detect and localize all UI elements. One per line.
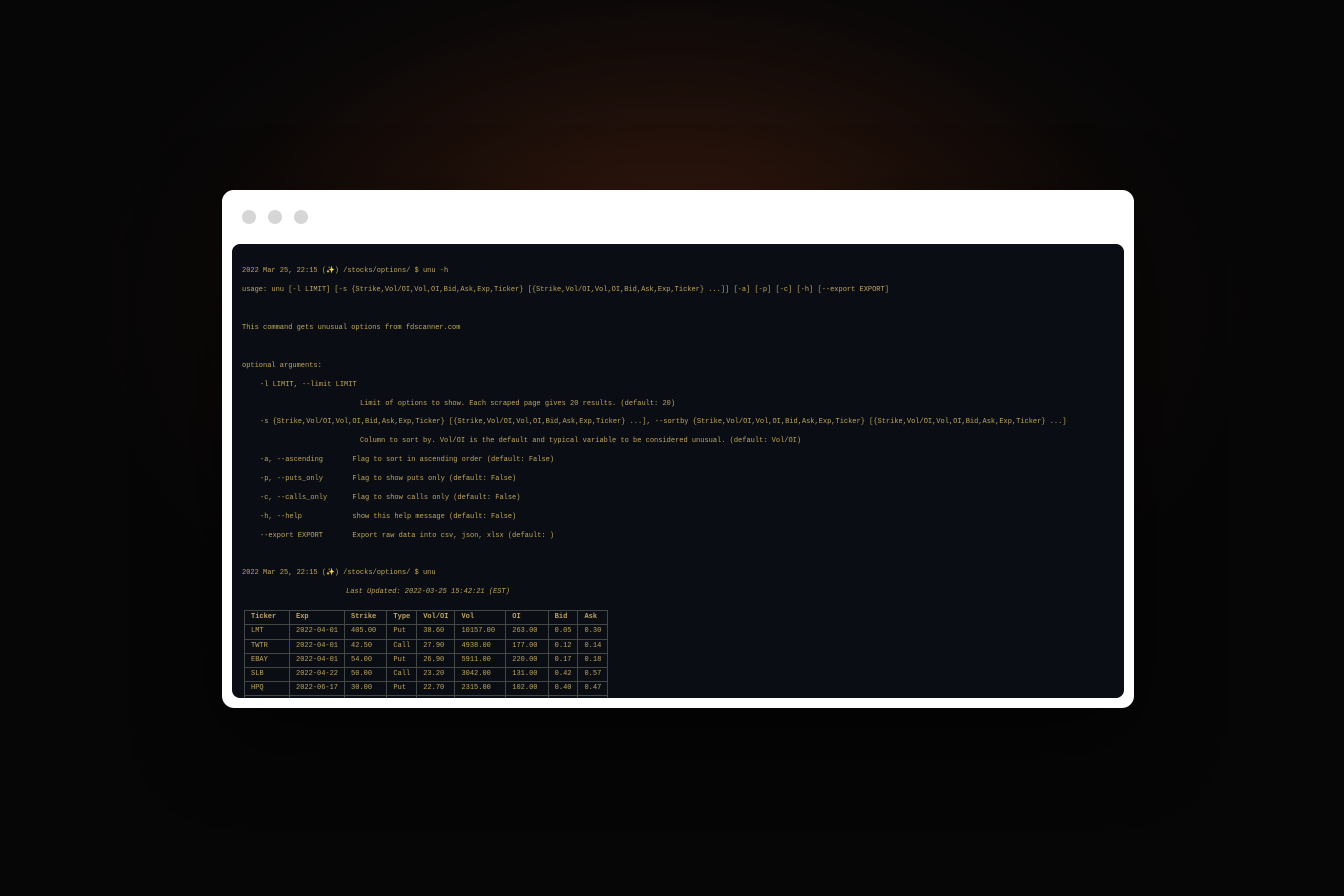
table-cell: 177.00	[506, 639, 548, 653]
table-row: TWTR2022-04-0142.50Call27.904938.00177.0…	[245, 639, 608, 653]
blank-line	[242, 551, 1114, 560]
arg-puts-only: -p, --puts_only Flag to show puts only (…	[242, 475, 1114, 484]
table-row: BMY2022-04-0871.00Put22.502948.00131.000…	[245, 696, 608, 698]
table-cell: 71.00	[345, 696, 387, 698]
table-col-exp: Exp	[290, 611, 345, 625]
table-cell: 30.00	[345, 682, 387, 696]
table-cell: Put	[387, 682, 417, 696]
table-cell: 23.20	[417, 667, 455, 681]
table-cell: 22.50	[417, 696, 455, 698]
close-icon[interactable]	[242, 210, 256, 224]
table-col-ticker: Ticker	[245, 611, 290, 625]
table-cell: 0.14	[578, 639, 608, 653]
arg-export: --export EXPORT Export raw data into csv…	[242, 532, 1114, 541]
minimize-icon[interactable]	[268, 210, 282, 224]
table-cell: 2022-04-01	[290, 639, 345, 653]
table-header: TickerExpStrikeTypeVol/OIVolOIBidAsk	[245, 611, 608, 625]
table-cell: Call	[387, 667, 417, 681]
table-cell: 220.00	[506, 653, 548, 667]
table-cell: 4938.00	[455, 639, 506, 653]
terminal-viewport[interactable]: 2022 Mar 25, 22:15 (✨) /stocks/options/ …	[232, 244, 1124, 698]
table-cell: 0.05	[548, 625, 578, 639]
table-col-vol: Vol	[455, 611, 506, 625]
terminal-window: 2022 Mar 25, 22:15 (✨) /stocks/options/ …	[222, 190, 1134, 708]
table-cell: 27.90	[417, 639, 455, 653]
table-col-oi: OI	[506, 611, 548, 625]
table-cell: 2022-06-17	[290, 682, 345, 696]
table-cell: 2022-04-01	[290, 653, 345, 667]
window-titlebar	[222, 190, 1134, 244]
table-cell: SLB	[245, 667, 290, 681]
table-cell: 0.45	[548, 696, 578, 698]
table-cell: 0.42	[548, 667, 578, 681]
table-cell: 26.90	[417, 653, 455, 667]
table-row: LMT2022-04-01405.00Put38.6010157.00263.0…	[245, 625, 608, 639]
table-cell: Put	[387, 653, 417, 667]
arg-sort-flag: -s {Strike,Vol/OI,Vol,OI,Bid,Ask,Exp,Tic…	[242, 418, 1114, 427]
maximize-icon[interactable]	[294, 210, 308, 224]
args-header: optional arguments:	[242, 362, 1114, 371]
usage-line: usage: unu [-l LIMIT] [-s {Strike,Vol/OI…	[242, 286, 1114, 295]
table-cell: BMY	[245, 696, 290, 698]
table-cell: 0.30	[578, 625, 608, 639]
table-cell: LMT	[245, 625, 290, 639]
table-cell: EBAY	[245, 653, 290, 667]
table-cell: 2315.00	[455, 682, 506, 696]
table-cell: 0.57	[578, 667, 608, 681]
table-cell: 102.00	[506, 682, 548, 696]
table-cell: 42.50	[345, 639, 387, 653]
table-col-bid: Bid	[548, 611, 578, 625]
table-cell: 2022-04-22	[290, 667, 345, 681]
table-cell: Call	[387, 639, 417, 653]
table-row: EBAY2022-04-0154.00Put26.905911.00220.00…	[245, 653, 608, 667]
table-cell: 0.40	[548, 682, 578, 696]
options-table: TickerExpStrikeTypeVol/OIVolOIBidAsk LMT…	[244, 610, 608, 698]
table-col-ask: Ask	[578, 611, 608, 625]
prompt-line: 2022 Mar 25, 22:15 (✨) /stocks/options/ …	[242, 267, 1114, 276]
table-col-strike: Strike	[345, 611, 387, 625]
table-cell: 10157.00	[455, 625, 506, 639]
table-cell: 0.17	[548, 653, 578, 667]
table-cell: 0.56	[578, 696, 608, 698]
table-cell: HPQ	[245, 682, 290, 696]
table-cell: Put	[387, 696, 417, 698]
table-cell: 263.00	[506, 625, 548, 639]
table-cell: 2022-04-08	[290, 696, 345, 698]
table-cell: 131.00	[506, 667, 548, 681]
terminal-output: 2022 Mar 25, 22:15 (✨) /stocks/options/ …	[232, 244, 1124, 698]
table-cell: 50.00	[345, 667, 387, 681]
table-cell: 5911.00	[455, 653, 506, 667]
table-row: HPQ2022-06-1730.00Put22.702315.00102.000…	[245, 682, 608, 696]
arg-calls-only: -c, --calls_only Flag to show calls only…	[242, 494, 1114, 503]
table-cell: 0.12	[548, 639, 578, 653]
table-col-type: Type	[387, 611, 417, 625]
arg-limit-desc: Limit of options to show. Each scraped p…	[242, 400, 1114, 409]
table-cell: 3042.00	[455, 667, 506, 681]
table-header-row: TickerExpStrikeTypeVol/OIVolOIBidAsk	[245, 611, 608, 625]
description-line: This command gets unusual options from f…	[242, 324, 1114, 333]
arg-ascending: -a, --ascending Flag to sort in ascendin…	[242, 456, 1114, 465]
table-cell: 22.70	[417, 682, 455, 696]
arg-sort-desc: Column to sort by. Vol/OI is the default…	[242, 437, 1114, 446]
blank-line	[242, 343, 1114, 352]
table-cell: 2948.00	[455, 696, 506, 698]
table-col-voloi: Vol/OI	[417, 611, 455, 625]
arg-help: -h, --help show this help message (defau…	[242, 513, 1114, 522]
blank-line	[242, 305, 1114, 314]
arg-limit-flag: -l LIMIT, --limit LIMIT	[242, 381, 1114, 390]
table-row: SLB2022-04-2250.00Call23.203042.00131.00…	[245, 667, 608, 681]
table-cell: Put	[387, 625, 417, 639]
last-updated: Last Updated: 2022-03-25 15:42:21 (EST)	[242, 588, 1114, 597]
table-cell: 54.00	[345, 653, 387, 667]
prompt-line: 2022 Mar 25, 22:15 (✨) /stocks/options/ …	[242, 569, 1114, 578]
table-cell: 0.47	[578, 682, 608, 696]
table-cell: 405.00	[345, 625, 387, 639]
table-body: LMT2022-04-01405.00Put38.6010157.00263.0…	[245, 625, 608, 698]
table-cell: 0.18	[578, 653, 608, 667]
table-cell: TWTR	[245, 639, 290, 653]
table-cell: 38.60	[417, 625, 455, 639]
table-cell: 2022-04-01	[290, 625, 345, 639]
table-cell: 131.00	[506, 696, 548, 698]
